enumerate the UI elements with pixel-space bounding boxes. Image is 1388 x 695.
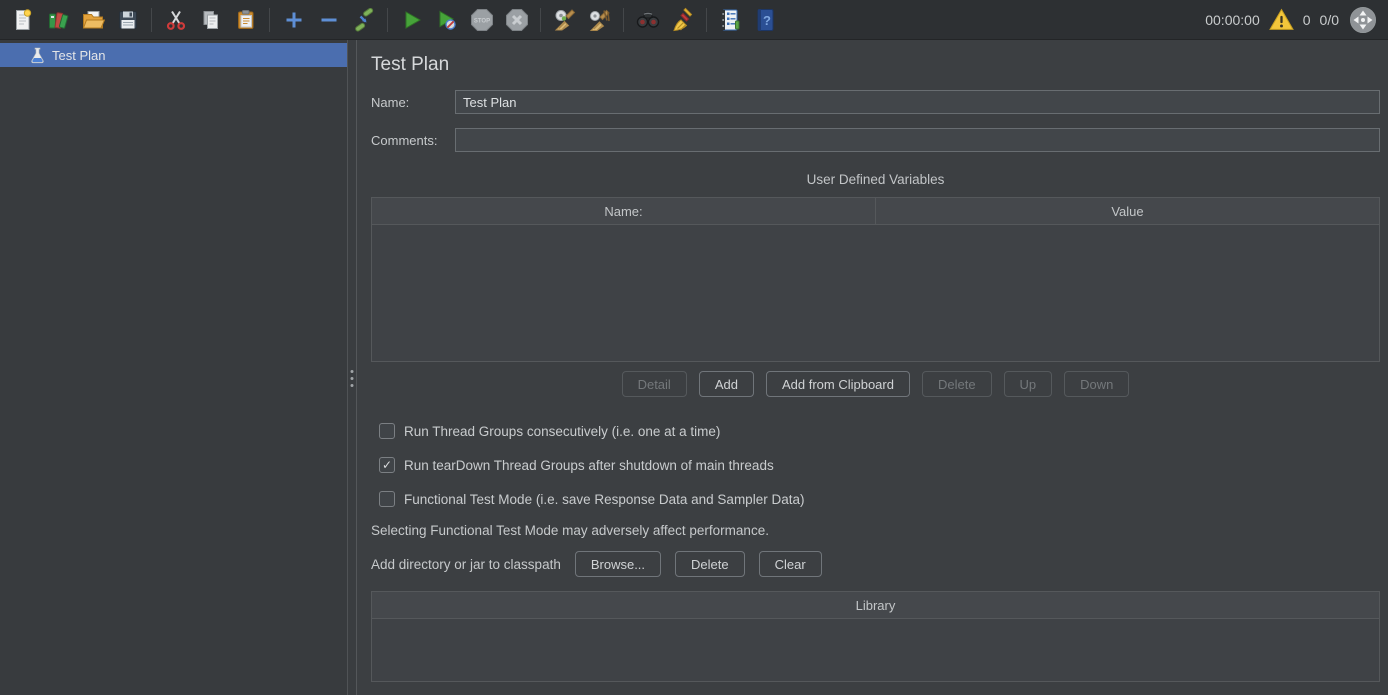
delete-button[interactable]: Delete: [922, 371, 992, 397]
search-binoculars-icon: [635, 7, 661, 33]
comments-label: Comments:: [371, 133, 455, 148]
warning-icon[interactable]: [1269, 8, 1294, 31]
remove-element-button[interactable]: [312, 4, 345, 36]
toggle-element-button[interactable]: [347, 4, 380, 36]
svg-text:STOP: STOP: [473, 18, 489, 24]
templates-icon: [46, 8, 70, 32]
start-no-timers-icon: [435, 8, 459, 32]
paste-icon: [234, 8, 258, 32]
cut-icon: [164, 8, 188, 32]
save-icon: [116, 8, 140, 32]
minus-icon: [317, 8, 341, 32]
open-folder-icon: [81, 8, 105, 32]
save-button[interactable]: [111, 4, 144, 36]
start-icon: [400, 8, 424, 32]
test-plan-editor: Test Plan Name: Comments: User Defined V…: [357, 40, 1388, 695]
stop-icon: STOP: [469, 7, 495, 33]
down-button[interactable]: Down: [1064, 371, 1129, 397]
stop-button[interactable]: STOP: [465, 4, 498, 36]
log-error-count: 0: [1303, 12, 1311, 28]
page-title: Test Plan: [371, 54, 1380, 76]
jmeter-window: STOP: [0, 0, 1388, 695]
classpath-label: Add directory or jar to classpath: [371, 557, 561, 572]
clear-all-button[interactable]: [583, 4, 616, 36]
toolbar-separator: [387, 8, 388, 32]
help-icon: ?: [753, 7, 779, 33]
detail-button[interactable]: Detail: [622, 371, 687, 397]
add-button[interactable]: Add: [699, 371, 754, 397]
function-helper-icon: [718, 7, 744, 33]
clear-search-button[interactable]: [666, 4, 699, 36]
run-consecutively-row: Run Thread Groups consecutively (i.e. on…: [379, 423, 1380, 439]
test-plan-flask-icon: [30, 47, 45, 64]
toolbar: STOP: [0, 0, 1388, 40]
plus-icon: [282, 8, 306, 32]
library-table-body[interactable]: [372, 619, 1379, 681]
toolbar-separator: [623, 8, 624, 32]
comments-input[interactable]: [455, 128, 1380, 152]
run-consecutively-label: Run Thread Groups consecutively (i.e. on…: [404, 424, 720, 439]
functional-mode-label: Functional Test Mode (i.e. save Response…: [404, 492, 804, 507]
toolbar-separator: [540, 8, 541, 32]
search-button[interactable]: [631, 4, 664, 36]
functional-mode-row: Functional Test Mode (i.e. save Response…: [379, 491, 1380, 507]
start-button[interactable]: [395, 4, 428, 36]
elapsed-time: 00:00:00: [1205, 12, 1260, 28]
name-label: Name:: [371, 95, 455, 110]
clear-search-broom-icon: [670, 7, 696, 33]
functional-mode-note: Selecting Functional Test Mode may adver…: [371, 523, 1380, 538]
udv-button-row: Detail Add Add from Clipboard Delete Up …: [371, 371, 1380, 397]
threads-indicator-icon[interactable]: [1348, 5, 1378, 35]
add-from-clipboard-button[interactable]: Add from Clipboard: [766, 371, 910, 397]
classpath-row: Add directory or jar to classpath Browse…: [371, 551, 1380, 577]
udv-column-value[interactable]: Value: [875, 198, 1379, 224]
shutdown-icon: [504, 7, 530, 33]
new-file-button[interactable]: [6, 4, 39, 36]
templates-button[interactable]: [41, 4, 74, 36]
run-teardown-row: Run tearDown Thread Groups after shutdow…: [379, 457, 1380, 473]
paste-button[interactable]: [229, 4, 262, 36]
clear-all-icon: [587, 7, 613, 33]
library-column-header[interactable]: Library: [372, 592, 1379, 619]
classpath-delete-button[interactable]: Delete: [675, 551, 745, 577]
udv-caption: User Defined Variables: [371, 172, 1380, 187]
toolbar-separator: [706, 8, 707, 32]
name-input[interactable]: [455, 90, 1380, 114]
help-button[interactable]: ?: [749, 4, 782, 36]
browse-button[interactable]: Browse...: [575, 551, 661, 577]
udv-column-name[interactable]: Name:: [372, 198, 875, 224]
toolbar-separator: [269, 8, 270, 32]
functional-mode-checkbox[interactable]: [379, 491, 395, 507]
library-table: Library: [371, 591, 1380, 682]
copy-icon: [199, 8, 223, 32]
user-defined-variables-table: Name: Value: [371, 197, 1380, 362]
udv-table-body[interactable]: [372, 225, 1379, 361]
test-plan-tree: Test Plan: [0, 40, 347, 695]
function-helper-button[interactable]: [714, 4, 747, 36]
cut-button[interactable]: [159, 4, 192, 36]
classpath-clear-button[interactable]: Clear: [759, 551, 822, 577]
run-consecutively-checkbox[interactable]: [379, 423, 395, 439]
up-button[interactable]: Up: [1004, 371, 1053, 397]
tree-splitter[interactable]: [347, 40, 357, 695]
clear-icon: [552, 7, 578, 33]
tree-item-test-plan[interactable]: Test Plan: [0, 43, 347, 67]
toggle-icon: [352, 8, 376, 32]
shutdown-button[interactable]: [500, 4, 533, 36]
splitter-grip-icon: [351, 370, 354, 387]
new-file-icon: [11, 8, 35, 32]
toolbar-status: 00:00:00 0 0/0: [1205, 5, 1378, 35]
tree-item-label: Test Plan: [52, 48, 105, 63]
thread-count: 0/0: [1320, 12, 1339, 28]
add-element-button[interactable]: [277, 4, 310, 36]
toolbar-separator: [151, 8, 152, 32]
open-button[interactable]: [76, 4, 109, 36]
run-teardown-checkbox[interactable]: [379, 457, 395, 473]
clear-button[interactable]: [548, 4, 581, 36]
copy-button[interactable]: [194, 4, 227, 36]
svg-text:?: ?: [763, 13, 771, 28]
run-teardown-label: Run tearDown Thread Groups after shutdow…: [404, 458, 774, 473]
start-no-timers-button[interactable]: [430, 4, 463, 36]
